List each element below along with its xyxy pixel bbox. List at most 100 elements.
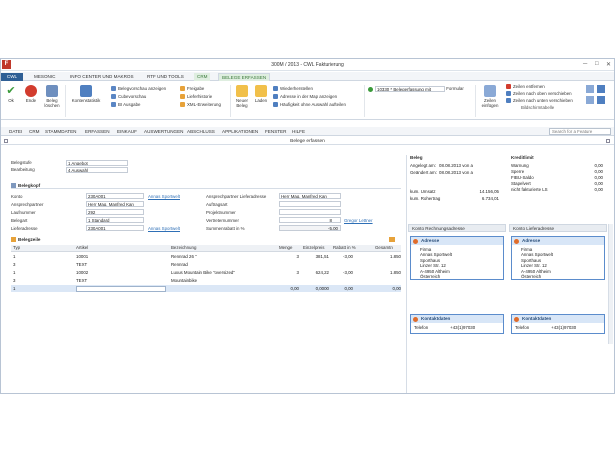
table-cell[interactable]: 10001 (76, 253, 166, 260)
wiederherstellen-button[interactable]: Wiederherstellen (273, 86, 313, 92)
table-cell[interactable] (76, 285, 166, 292)
restore-document-icon[interactable] (606, 139, 610, 143)
belegstufe-select[interactable]: 1 Angebot (66, 160, 128, 166)
right-scrollbar[interactable] (608, 224, 613, 344)
table-cell[interactable]: 0,0000 (303, 285, 329, 292)
table-cell[interactable] (375, 261, 401, 268)
table-row[interactable]: 1 10001 Rennrad 26 " 3 381,51 -3,00 1.850 (11, 253, 401, 260)
menu-auswertungen[interactable]: AUSWERTUNGEN (144, 129, 183, 134)
ok-button[interactable]: ✔ Ok (4, 85, 18, 103)
belegart-select[interactable]: 1 Standard (86, 217, 144, 223)
col-gesamt[interactable]: Gesamtn (375, 245, 393, 251)
maximize-icon[interactable]: □ (595, 61, 599, 67)
table-cell[interactable]: 3 (13, 261, 73, 268)
telefon-value[interactable]: +43(1)97030 (450, 325, 475, 330)
vertreternummer-field[interactable]: 8 (279, 217, 341, 223)
bearbeitung-select[interactable]: 4 Auswahl (66, 167, 128, 173)
lieferadresse-link[interactable]: Annas Sportwelt (148, 226, 180, 231)
menu-applikationen[interactable]: APPLIKATIONEN (222, 129, 258, 134)
menu-crm[interactable]: CRM (29, 129, 39, 134)
table-cell[interactable] (171, 285, 276, 292)
zeilen-entfernen-button[interactable]: Zeilen entfernen (506, 84, 545, 90)
menu-hilfe[interactable]: HILFE (292, 129, 305, 134)
tab-info-center[interactable]: INFO CENTER UND MAKROS (67, 73, 137, 81)
col-typ[interactable]: Typ (13, 245, 20, 251)
menu-fenster[interactable]: FENSTER (265, 129, 286, 134)
xml-erweiterung-button[interactable]: XML-Erweiterung (180, 102, 221, 108)
minimize-icon[interactable]: ─ (583, 61, 587, 67)
summenrabatt-field[interactable]: -5,00 (279, 225, 341, 231)
tab-cwl[interactable]: CWL (1, 73, 23, 81)
columns-icon[interactable] (586, 96, 594, 104)
col-artikel[interactable]: Artikel (76, 245, 88, 251)
tab-belege-erfassen[interactable]: BELEGE ERFASSEN (218, 73, 271, 81)
table-cell[interactable]: 3 (279, 253, 299, 260)
neuer-beleg-button[interactable]: Neuer Beleg (233, 85, 251, 108)
telefon-value[interactable]: +43(1)97030 (551, 325, 576, 330)
col-bezeichnung[interactable]: Bezeichnung (171, 245, 196, 251)
table-cell[interactable]: 1.850 (375, 253, 401, 260)
belegerfassung-combo[interactable]: 10330 * Belegerfassung mit (375, 86, 445, 92)
table-cell[interactable] (303, 261, 329, 268)
settings-icon[interactable] (389, 237, 395, 242)
table-row[interactable]: 1 10002 Luxus Mountain Bike "oversized" 3 62… (11, 269, 401, 276)
belegvorschau-button[interactable]: Belegvorschau anzeigen (111, 86, 166, 92)
table-cell[interactable]: 1 (13, 285, 73, 292)
table-cell[interactable]: -3,00 (333, 253, 353, 260)
table-cell[interactable] (279, 277, 299, 284)
table-cell[interactable] (333, 277, 353, 284)
table-cell[interactable]: 0,00 (333, 285, 353, 292)
table-cell[interactable]: 10002 (76, 269, 166, 276)
auftragsart-field[interactable] (279, 201, 341, 207)
freigabe-button[interactable]: Freigabe (180, 86, 204, 92)
table-cell[interactable] (303, 277, 329, 284)
laufnummer-field[interactable]: 292 (86, 209, 144, 215)
table-cell[interactable]: 1 (13, 269, 73, 276)
table-cell[interactable] (375, 277, 401, 284)
table-cell[interactable] (279, 261, 299, 268)
col-rabatt[interactable]: Rabatt in % (333, 245, 356, 251)
projektnummer-field[interactable] (279, 209, 341, 215)
table-cell[interactable]: 3 (279, 269, 299, 276)
ende-button[interactable]: Ende (23, 85, 39, 103)
table-row[interactable]: 3 TEXT Rennrad (11, 261, 401, 268)
haeufigkeit-button[interactable]: Häufigkeit ohne Auswahl aufteilen (273, 102, 346, 108)
table-cell[interactable]: 0,00 (279, 285, 299, 292)
menu-datei[interactable]: DATEI (9, 129, 22, 134)
konto-link[interactable]: Annas Sportwelt (148, 194, 180, 199)
splitter[interactable] (406, 155, 407, 393)
zeilen-unten-button[interactable]: Zeilen nach unten verschieben (506, 98, 573, 104)
beleg-loeschen-button[interactable]: Beleg löschen (42, 85, 62, 108)
table-cell[interactable]: -3,00 (333, 269, 353, 276)
lieferhistorie-button[interactable]: Lieferhistorie (180, 94, 212, 100)
table-cell[interactable]: 1.850 (375, 269, 401, 276)
bi-ausgabe-button[interactable]: BI Ausgabe (111, 102, 140, 108)
col-einzelpreis[interactable]: Einzelpreis (303, 245, 324, 251)
table-cell[interactable] (333, 261, 353, 268)
table-cell[interactable]: TEXT (76, 277, 166, 284)
table-cell[interactable]: 1 (13, 253, 73, 260)
table-cell[interactable]: Luxus Mountain Bike "oversized" (171, 269, 276, 276)
table-row[interactable]: 1 0,00 0,0000 0,00 0,00 (11, 285, 401, 292)
table-cell[interactable]: Rennrad 26 " (171, 253, 276, 260)
table-cell[interactable]: 3 (13, 277, 73, 284)
konto-field[interactable]: 230A001 (86, 193, 144, 199)
ansprechpartner-field[interactable]: Herr Mag. Manfred Kan (86, 201, 144, 207)
zeilen-einfuegen-button[interactable]: Zeilen einfügen (478, 85, 502, 108)
tab-rtf-tools[interactable]: RTF UND TOOLS (144, 73, 187, 81)
feature-search-input[interactable]: Search for a Feature (549, 128, 611, 135)
vertreter-link[interactable]: Gregor Lettner (344, 218, 373, 223)
ap-lieferadresse-field[interactable]: Herr Mag. Manfred Kan (279, 193, 341, 199)
cubevorschau-button[interactable]: Cubevorschau (111, 94, 146, 100)
menu-erfassen[interactable]: ERFASSEN (85, 129, 110, 134)
close-document-icon[interactable] (4, 139, 8, 143)
table-cell[interactable]: Mountainbike (171, 277, 276, 284)
table-cell[interactable]: 624,22 (303, 269, 329, 276)
table-cell[interactable]: 0,00 (375, 285, 401, 292)
close-icon[interactable]: ✕ (606, 61, 611, 68)
col-menge[interactable]: Menge (279, 245, 292, 251)
table-cell[interactable]: 381,51 (303, 253, 329, 260)
grid-icon[interactable] (586, 85, 594, 93)
menu-stammdaten[interactable]: STAMMDATEN (45, 129, 76, 134)
table-cell[interactable]: TEXT (76, 261, 166, 268)
